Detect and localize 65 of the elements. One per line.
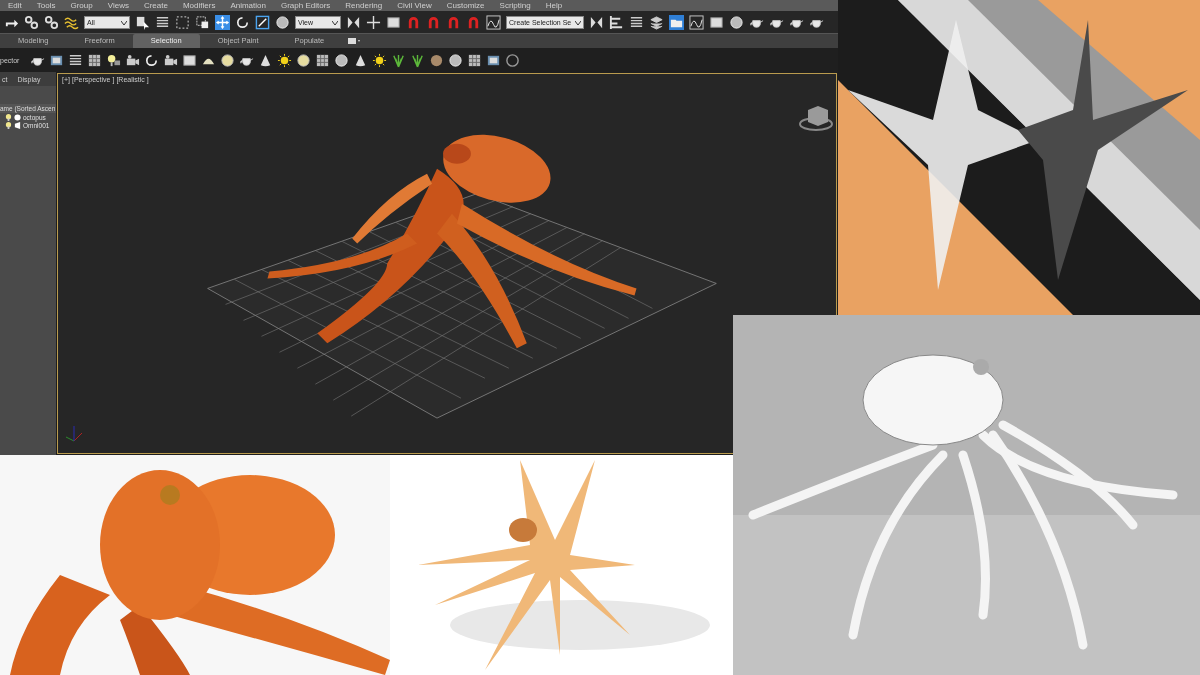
box-icon[interactable] [386, 14, 401, 30]
menu-item[interactable]: Tools [36, 0, 56, 11]
sphere-icon [14, 114, 21, 121]
dashed-square-icon[interactable] [175, 14, 190, 30]
menu-item[interactable]: Modifiers [182, 0, 216, 11]
link-icon[interactable] [24, 14, 39, 30]
grid-icon[interactable] [315, 52, 330, 68]
bulb-icon[interactable] [5, 114, 12, 121]
menu-item[interactable]: Edit [8, 0, 22, 11]
grid-icon[interactable] [467, 52, 482, 68]
bulb-icon[interactable] [106, 52, 121, 68]
rotate-icon[interactable] [235, 14, 250, 30]
menu-item[interactable]: Customize [446, 0, 485, 11]
cone-icon[interactable] [258, 52, 273, 68]
folder-icon[interactable] [669, 14, 685, 30]
sun-icon[interactable] [277, 52, 292, 68]
menu-item[interactable]: Scripting [499, 0, 531, 11]
box-icon[interactable] [709, 14, 725, 30]
bulb-icon[interactable] [5, 122, 12, 129]
dropdown-icon[interactable] [348, 37, 363, 45]
magnet-icon[interactable] [426, 14, 441, 30]
caret-icon[interactable] [121, 20, 127, 25]
camera-icon[interactable] [163, 52, 178, 68]
grid-icon[interactable] [87, 52, 102, 68]
cone-icon[interactable] [353, 52, 368, 68]
magnet-icon[interactable] [446, 14, 461, 30]
menu-item[interactable]: Views [107, 0, 129, 11]
sun-icon[interactable] [372, 52, 387, 68]
magnet-icon[interactable] [466, 14, 481, 30]
rotate-icon[interactable] [144, 52, 159, 68]
menu-item[interactable]: Create [143, 0, 168, 11]
caret-icon[interactable] [575, 20, 582, 25]
list-icon[interactable] [629, 14, 645, 30]
camera-icon[interactable] [125, 52, 140, 68]
curve-icon[interactable] [689, 14, 705, 30]
list-icon[interactable] [68, 52, 83, 68]
square-icon[interactable] [195, 14, 210, 30]
light-icon [14, 122, 21, 129]
sphere-icon[interactable] [729, 14, 745, 30]
link-icon[interactable] [44, 14, 59, 30]
circle-icon[interactable] [505, 52, 520, 68]
sphere-icon[interactable] [275, 14, 290, 30]
menu-item[interactable]: Graph Editors [280, 0, 331, 11]
disc-icon[interactable] [296, 52, 311, 68]
plant-icon[interactable] [410, 52, 425, 68]
align-icon[interactable] [609, 14, 625, 30]
sphere-icon[interactable] [448, 52, 463, 68]
layers-icon[interactable] [649, 14, 665, 30]
curve-icon[interactable] [486, 14, 501, 30]
menu-item[interactable]: Group [70, 0, 93, 11]
caret-icon[interactable] [332, 20, 338, 25]
list-icon[interactable] [155, 14, 170, 30]
scale-icon[interactable] [255, 14, 270, 30]
move-icon[interactable] [215, 14, 230, 30]
menu-item[interactable]: Animation [230, 0, 266, 11]
menu-item[interactable]: Rendering [345, 0, 383, 11]
cursor-icon[interactable] [135, 14, 150, 30]
menu-item[interactable]: Help [545, 0, 563, 11]
box-icon[interactable] [182, 52, 197, 68]
sphere-icon[interactable] [334, 52, 349, 68]
plant-icon[interactable] [391, 52, 406, 68]
cross-icon[interactable] [366, 14, 381, 30]
disc-icon[interactable] [220, 52, 235, 68]
magnet-icon[interactable] [406, 14, 421, 30]
menu-item[interactable]: Civil View [397, 0, 432, 11]
